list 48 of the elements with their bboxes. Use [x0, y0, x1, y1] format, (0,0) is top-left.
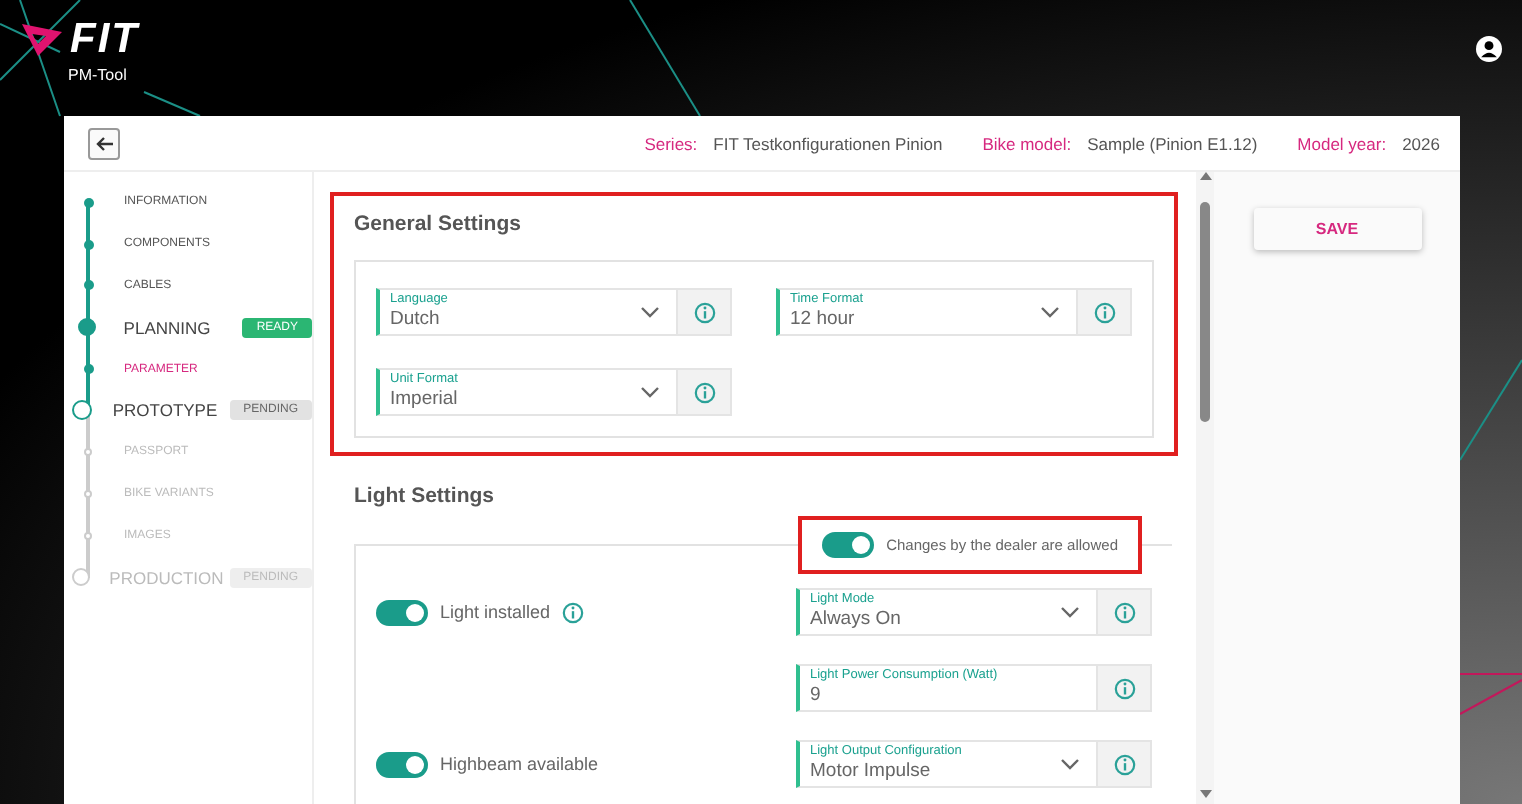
section-title: General Settings: [354, 212, 523, 236]
scroll-down-icon[interactable]: [1199, 790, 1211, 800]
arrow-left-icon: [95, 135, 113, 151]
meta-label: Series:: [644, 133, 698, 153]
logo-icon: [20, 22, 64, 58]
chevron-down-icon: [1060, 606, 1080, 618]
field-value: Imperial: [390, 388, 460, 412]
chevron-down-icon: [1040, 306, 1060, 318]
meta-value: Sample (Pinion E1.12): [1087, 133, 1258, 153]
meta-value: 2026: [1402, 133, 1440, 153]
field-value: Always On: [810, 608, 903, 632]
info-icon: [1113, 753, 1135, 775]
user-icon[interactable]: [1476, 36, 1502, 62]
field-value: Motor Impulse: [810, 760, 933, 784]
info-button[interactable]: [678, 288, 732, 336]
info-icon: [693, 301, 715, 323]
toggle-label: Light installed: [440, 602, 551, 622]
info-icon: [1113, 677, 1135, 699]
section-title: Light Settings: [354, 484, 496, 508]
info-icon: [1113, 601, 1135, 623]
step-link[interactable]: PLANNING: [123, 317, 231, 338]
chevron-down-icon: [1060, 758, 1080, 770]
scroll-up-icon[interactable]: [1199, 172, 1211, 182]
info-button[interactable]: [678, 368, 732, 416]
toggle-switch[interactable]: [376, 751, 428, 777]
app-subtitle: PM-Tool: [68, 66, 129, 84]
info-button[interactable]: [1098, 588, 1152, 636]
toggle-switch[interactable]: [822, 532, 875, 558]
meta-value: FIT Testkonfigurationen Pinion: [713, 133, 943, 153]
step-link[interactable]: PROTOTYPE: [112, 400, 218, 421]
chevron-down-icon: [640, 386, 660, 398]
save-button[interactable]: SAVE: [1253, 208, 1421, 250]
info-icon: [1093, 301, 1115, 323]
info-button[interactable]: [1098, 740, 1152, 788]
back-button[interactable]: [88, 127, 120, 159]
field-value: 9: [810, 684, 823, 708]
info-button[interactable]: [1078, 288, 1132, 336]
info-button[interactable]: [1098, 664, 1152, 712]
meta-label: Bike model:: [982, 133, 1072, 153]
info-icon: [693, 381, 715, 403]
field-value: 12 hour: [790, 308, 857, 332]
brand-name: FIT: [70, 20, 139, 60]
toggle-label: Highbeam available: [440, 754, 599, 774]
scrollbar[interactable]: [1196, 172, 1214, 804]
toggle-switch[interactable]: [376, 599, 428, 625]
chevron-down-icon: [640, 306, 660, 318]
field-value: Dutch: [390, 308, 442, 332]
meta-label: Model year:: [1297, 133, 1387, 153]
